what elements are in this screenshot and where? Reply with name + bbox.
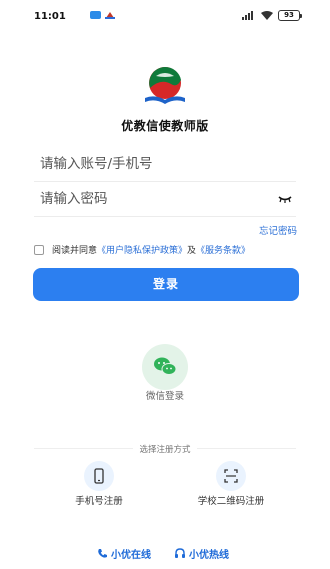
eye-closed-icon[interactable] xyxy=(278,194,292,204)
wifi-icon xyxy=(261,11,273,20)
school-qr-register-button[interactable] xyxy=(216,461,246,491)
service-terms-link[interactable]: 《服务条款》 xyxy=(196,243,250,256)
login-button[interactable]: 登录 xyxy=(33,268,299,301)
phone-call-icon xyxy=(98,549,107,558)
headset-icon xyxy=(175,548,185,558)
status-notification-icons xyxy=(90,11,115,19)
cloud-icon xyxy=(90,11,101,19)
agreement-row: 阅读并同意 《用户隐私保护政策》 及 《服务条款》 xyxy=(34,243,250,256)
agreement-prefix: 阅读并同意 xyxy=(52,246,98,256)
wechat-login-button[interactable] xyxy=(142,344,188,390)
registration-title: 选择注册方式 xyxy=(133,445,197,455)
password-field-container xyxy=(34,181,296,217)
qr-scan-icon xyxy=(224,469,238,483)
wechat-login-label: 微信登录 xyxy=(145,391,184,402)
signal-icon xyxy=(242,11,253,20)
phone-register-button[interactable] xyxy=(84,461,114,491)
battery-indicator: 93 xyxy=(278,10,302,21)
phone-icon xyxy=(94,468,104,484)
online-support-link[interactable]: 小优在线 xyxy=(97,546,151,561)
wechat-icon xyxy=(154,357,177,375)
password-input[interactable] xyxy=(40,187,270,211)
agreement-checkbox[interactable] xyxy=(34,244,44,255)
status-bar: 11:01 93 xyxy=(0,0,330,34)
app-notification-icon xyxy=(105,12,115,19)
phone-register-label[interactable]: 手机号注册 xyxy=(39,493,159,507)
app-logo xyxy=(145,66,185,104)
status-right-icons: 93 xyxy=(242,10,302,21)
agreement-and: 及 xyxy=(187,246,197,256)
forgot-password-link[interactable]: 忘记密码 xyxy=(259,223,297,237)
account-input[interactable] xyxy=(40,152,270,176)
hotline-support-link[interactable]: 小优热线 xyxy=(174,546,229,561)
privacy-policy-link[interactable]: 《用户隐私保护政策》 xyxy=(97,243,187,256)
status-time: 11:01 xyxy=(34,11,66,22)
hotline-support-label: 小优热线 xyxy=(189,550,229,561)
registration-title-container: 选择注册方式 xyxy=(0,443,330,455)
account-field-container xyxy=(34,146,296,182)
online-support-label: 小优在线 xyxy=(111,550,151,561)
school-qr-register-label[interactable]: 学校二维码注册 xyxy=(171,493,291,507)
app-name: 优教信使教师版 xyxy=(121,119,209,133)
